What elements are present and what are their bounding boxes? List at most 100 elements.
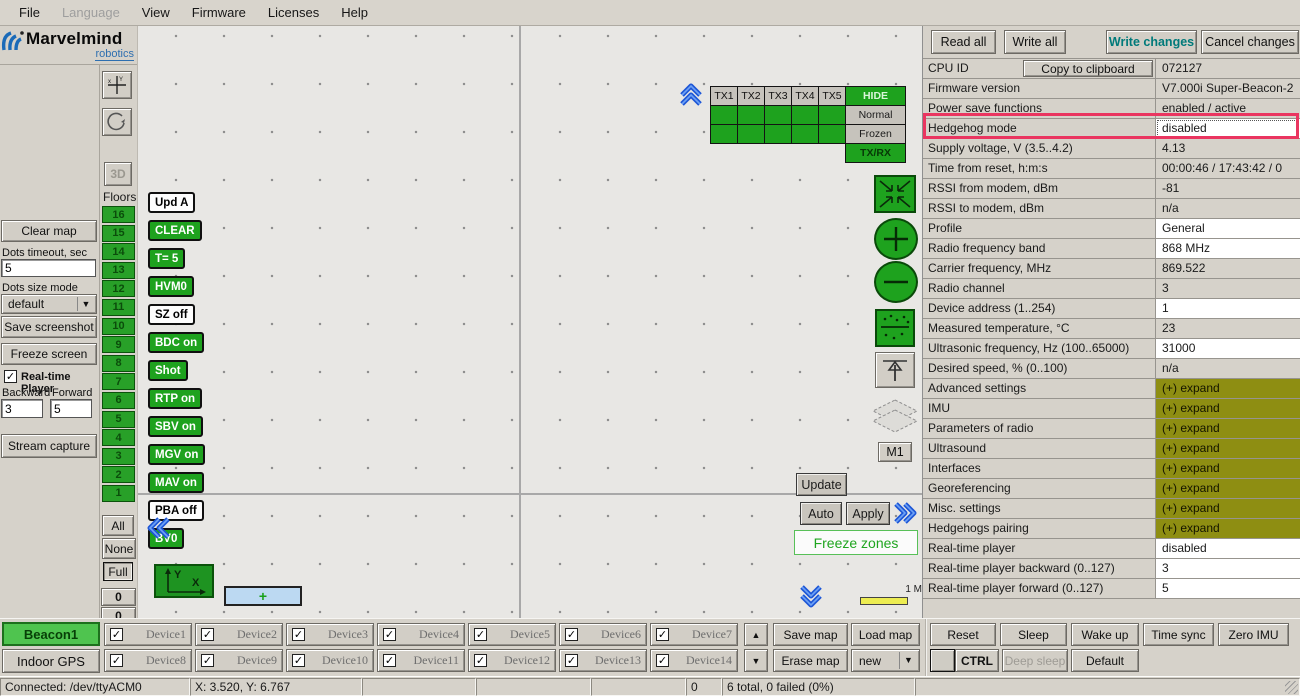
freeze-screen-button[interactable]: Freeze screen	[1, 343, 97, 365]
device-scroll-up-button[interactable]: ▲	[744, 623, 768, 646]
device-toggle-device7[interactable]: ✓Device7	[650, 623, 738, 646]
save-screenshot-button[interactable]: Save screenshot	[1, 316, 97, 338]
checkbox-checked-icon[interactable]: ✓	[565, 654, 578, 667]
tx-cell[interactable]	[764, 124, 792, 144]
write-all-button[interactable]: Write all	[1004, 30, 1066, 54]
auto-button[interactable]: Auto	[800, 502, 842, 525]
cmd-button-sz-off[interactable]: SZ off	[148, 304, 195, 325]
ctrl-checkbox[interactable]	[930, 649, 955, 672]
beacon1-tab[interactable]: Beacon1	[2, 622, 100, 646]
view-3d-button[interactable]: 3D	[104, 162, 132, 186]
write-changes-button[interactable]: Write changes	[1106, 30, 1197, 54]
cmd-button-hvm0[interactable]: HVM0	[148, 276, 194, 297]
floors-full-button[interactable]: Full	[103, 562, 133, 581]
param-value-hedgehog-mode[interactable]: disabled	[1156, 119, 1300, 138]
tx-header-tx1[interactable]: TX1	[710, 86, 738, 106]
checkbox-checked-icon[interactable]: ✓	[110, 628, 123, 641]
cmd-button-t-5[interactable]: T= 5	[148, 248, 185, 269]
device-toggle-device1[interactable]: ✓Device1	[104, 623, 192, 646]
tx-side-normal[interactable]: Normal	[845, 105, 906, 125]
zero-imu-button[interactable]: Zero IMU	[1218, 623, 1289, 646]
param-value-profile[interactable]: General	[1156, 219, 1300, 238]
tx-cell[interactable]	[791, 124, 819, 144]
menu-file[interactable]: File	[8, 0, 51, 25]
forward-input[interactable]	[50, 399, 92, 418]
checkbox-checked-icon[interactable]: ✓	[656, 628, 669, 641]
pan-down-icon[interactable]	[798, 582, 824, 610]
floor-button-3[interactable]: 3	[102, 448, 135, 465]
resize-grip-icon[interactable]	[1285, 681, 1298, 694]
param-value-hedgehogs-pairing[interactable]: (+) expand	[1156, 519, 1300, 538]
floor-button-6[interactable]: 6	[102, 392, 135, 409]
device-toggle-device12[interactable]: ✓Device12	[468, 649, 556, 672]
tx-side-hide[interactable]: HIDE	[845, 86, 906, 106]
sleep-button[interactable]: Sleep	[1000, 623, 1067, 646]
indoor-gps-tab[interactable]: Indoor GPS	[2, 649, 100, 673]
floor-button-5[interactable]: 5	[102, 411, 135, 428]
cmd-button-bdc-on[interactable]: BDC on	[148, 332, 204, 353]
floor-button-11[interactable]: 11	[102, 299, 135, 316]
dots-display-button[interactable]	[875, 309, 915, 347]
floors-all-button[interactable]: All	[102, 515, 134, 536]
device-toggle-device6[interactable]: ✓Device6	[559, 623, 647, 646]
tx-cell[interactable]	[764, 105, 792, 125]
cmd-button-rtp-on[interactable]: RTP on	[148, 388, 202, 409]
upload-map-button[interactable]	[875, 352, 915, 388]
reset-button[interactable]: Reset	[930, 623, 996, 646]
layers-icon[interactable]	[871, 398, 919, 438]
dropdown-arrow-icon[interactable]: ▼	[899, 652, 917, 669]
cmd-button-sbv-on[interactable]: SBV on	[148, 416, 203, 437]
menu-help[interactable]: Help	[330, 0, 379, 25]
checkbox-checked-icon[interactable]: ✓	[292, 628, 305, 641]
cancel-changes-button[interactable]: Cancel changes	[1201, 30, 1299, 54]
cmd-button-clear[interactable]: CLEAR	[148, 220, 202, 241]
update-button[interactable]: Update	[796, 473, 847, 496]
param-value-parameters-of-radio[interactable]: (+) expand	[1156, 419, 1300, 438]
device-toggle-device13[interactable]: ✓Device13	[559, 649, 647, 672]
param-value-ultrasound[interactable]: (+) expand	[1156, 439, 1300, 458]
save-map-button[interactable]: Save map	[773, 623, 848, 646]
param-value-misc-settings[interactable]: (+) expand	[1156, 499, 1300, 518]
cmd-button-shot[interactable]: Shot	[148, 360, 188, 381]
freeze-zones-button[interactable]: Freeze zones	[794, 530, 918, 555]
checkbox-checked-icon[interactable]: ✓	[383, 628, 396, 641]
cmd-button-mgv-on[interactable]: MGV on	[148, 444, 205, 465]
ctrl-button[interactable]: CTRL	[955, 649, 999, 672]
param-value-radio-frequency-band[interactable]: 868 MHz	[1156, 239, 1300, 258]
floor-button-16[interactable]: 16	[102, 206, 135, 223]
load-map-button[interactable]: Load map	[851, 623, 920, 646]
menu-view[interactable]: View	[131, 0, 181, 25]
floor-button-12[interactable]: 12	[102, 280, 135, 297]
tx-header-tx4[interactable]: TX4	[791, 86, 819, 106]
device-toggle-device14[interactable]: ✓Device14	[650, 649, 738, 672]
dots-size-mode-select[interactable]: default ▼	[1, 294, 97, 314]
axis-view-button[interactable]: xY	[102, 71, 132, 99]
floor-button-13[interactable]: 13	[102, 262, 135, 279]
cmd-button-mav-on[interactable]: MAV on	[148, 472, 204, 493]
zoom-out-button[interactable]	[874, 261, 918, 303]
map-canvas[interactable]: Upd ACLEART= 5HVM0SZ offBDC onShotRTP on…	[137, 26, 923, 618]
tx-side-tx-rx[interactable]: TX/RX	[845, 143, 906, 163]
read-all-button[interactable]: Read all	[931, 30, 996, 54]
apply-button[interactable]: Apply	[846, 502, 890, 525]
device-toggle-device11[interactable]: ✓Device11	[377, 649, 465, 672]
param-value-real-time-player-forward-0-127[interactable]: 5	[1156, 579, 1300, 598]
rotate-view-button[interactable]	[102, 108, 132, 136]
tx-cell[interactable]	[818, 105, 846, 125]
pan-left-icon[interactable]	[146, 515, 172, 541]
param-value-device-address-1-254[interactable]: 1	[1156, 299, 1300, 318]
add-submap-button[interactable]: +	[224, 586, 302, 606]
floor-button-7[interactable]: 7	[102, 373, 135, 390]
tx-header-tx3[interactable]: TX3	[764, 86, 792, 106]
deep-sleep-button[interactable]: Deep sleep	[1002, 649, 1068, 672]
floor-button-1[interactable]: 1	[102, 485, 135, 502]
dropdown-arrow-icon[interactable]: ▼	[77, 297, 94, 311]
param-value-real-time-player[interactable]: disabled	[1156, 539, 1300, 558]
checkbox-checked-icon[interactable]: ✓	[292, 654, 305, 667]
m1-button[interactable]: M1	[878, 442, 912, 462]
pan-right-icon[interactable]	[892, 500, 918, 526]
tx-side-frozen[interactable]: Frozen	[845, 124, 906, 144]
checkbox-checked-icon[interactable]: ✓	[201, 628, 214, 641]
param-value-imu[interactable]: (+) expand	[1156, 399, 1300, 418]
pan-up-icon[interactable]	[678, 82, 704, 108]
